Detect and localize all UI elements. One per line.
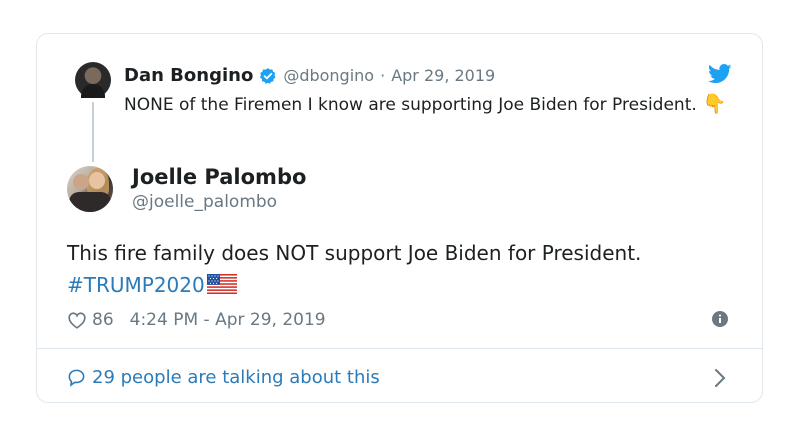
quoted-tweet-header: Dan Bongino @dbongino · Apr 29, 2019 [124,64,495,86]
quoted-author-handle[interactable]: @dbongino [283,66,374,85]
tweet-timestamp[interactable]: 4:24 PM - Apr 29, 2019 [130,310,326,330]
quoted-tweet-text: NONE of the Firemen I know are supportin… [124,95,697,115]
tweet-text-block: This fire family does NOT support Joe Bi… [67,237,727,301]
embedded-tweet-card: Dan Bongino @dbongino · Apr 29, 2019 NON… [36,33,763,403]
speech-bubble-icon [68,369,85,387]
us-flag-icon [206,274,237,294]
tweet-author-name[interactable]: Joelle Palombo [132,165,306,189]
tweet-author-handle[interactable]: @joelle_palombo [132,192,277,212]
joelle-palombo-avatar[interactable] [67,166,113,212]
quoted-tweet-text-block: NONE of the Firemen I know are supportin… [124,91,734,119]
conversation-label: 29 people are talking about this [92,366,380,388]
chevron-right-icon[interactable] [714,368,726,388]
tweet-text: This fire family does NOT support Joe Bi… [67,241,642,265]
tweet-meta-row: 86 4:24 PM - Apr 29, 2019 [67,308,326,332]
conversation-link[interactable]: 29 people are talking about this [67,364,380,390]
hashtag-link[interactable]: #TRUMP2020 [67,273,205,297]
info-icon[interactable] [712,311,728,327]
like-count[interactable]: 86 [92,310,114,330]
footer-divider [37,348,762,349]
quoted-tweet-date[interactable]: Apr 29, 2019 [391,66,495,85]
header-separator: · [380,65,386,85]
quoted-author-name[interactable]: Dan Bongino [124,65,253,86]
thread-connector-line [92,102,94,162]
pointing-down-icon: 👇 [702,93,727,115]
heart-icon[interactable] [67,311,87,329]
dbongino-avatar[interactable] [75,62,111,98]
twitter-bird-icon[interactable] [708,64,732,84]
verified-badge-icon [260,68,276,84]
